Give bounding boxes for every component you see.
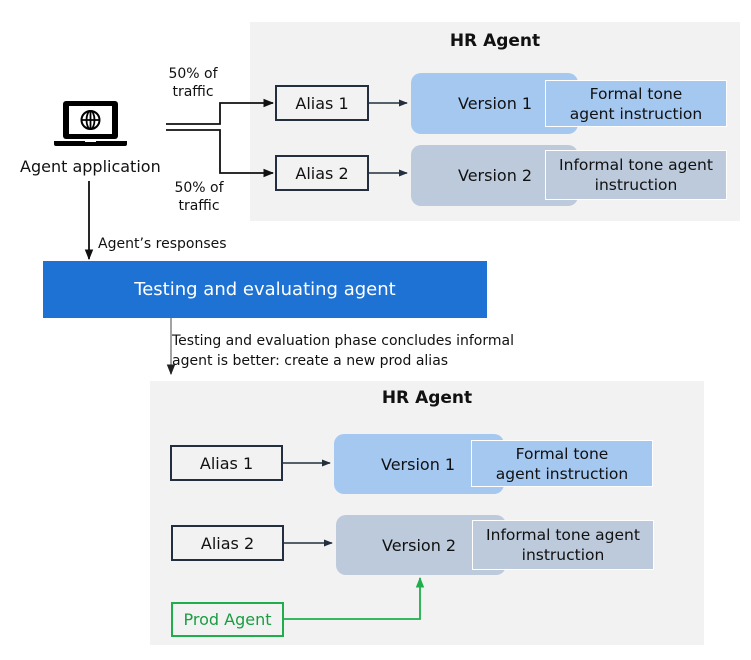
traffic-line-to-alias-2 [166,129,275,178]
connector-lines [84,98,425,620]
prod-agent-to-version-2 [284,576,425,620]
traffic-line-to-alias-1 [166,98,275,125]
